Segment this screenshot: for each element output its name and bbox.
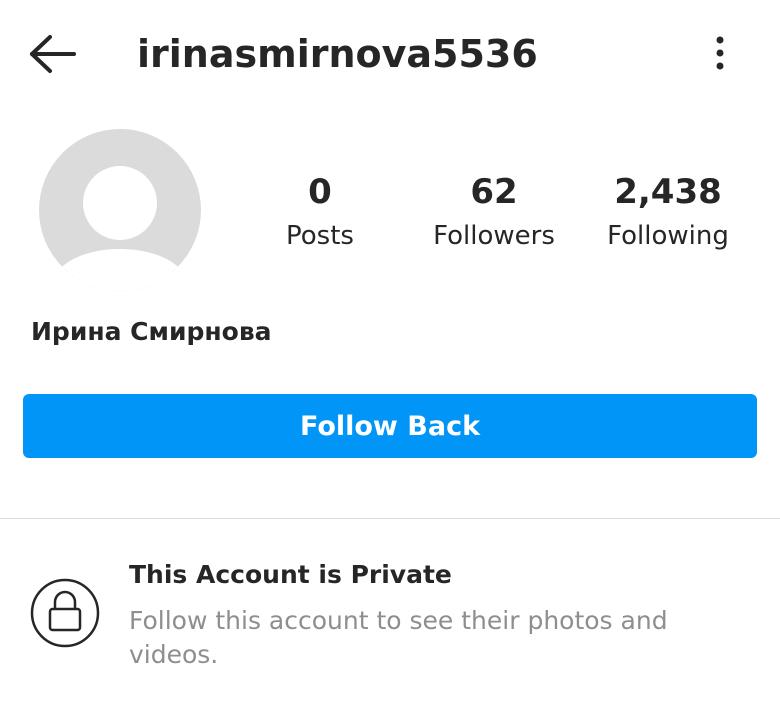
stat-followers-count: 62 — [470, 172, 518, 212]
profile-avatar[interactable] — [38, 128, 202, 292]
back-arrow-icon[interactable] — [28, 34, 78, 74]
profile-username: irinasmirnova5536 — [137, 32, 538, 76]
private-account-description: Follow this account to see their photos … — [129, 606, 668, 669]
private-account-title: This Account is Private — [129, 560, 452, 589]
stat-following-count: 2,438 — [614, 172, 722, 212]
stat-posts: 0 Posts — [240, 172, 400, 252]
stat-followers[interactable]: 62 Followers — [414, 172, 574, 252]
lock-icon — [30, 578, 100, 648]
stat-following-label: Following — [607, 221, 729, 251]
stat-followers-label: Followers — [433, 221, 555, 251]
stat-posts-label: Posts — [286, 221, 354, 251]
section-divider — [0, 518, 780, 519]
profile-full-name: Ирина Смирнова — [31, 317, 272, 346]
stat-following[interactable]: 2,438 Following — [588, 172, 748, 252]
more-options-icon[interactable] — [700, 30, 740, 76]
follow-back-button[interactable]: Follow Back — [23, 394, 757, 458]
stat-posts-count: 0 — [308, 172, 332, 212]
